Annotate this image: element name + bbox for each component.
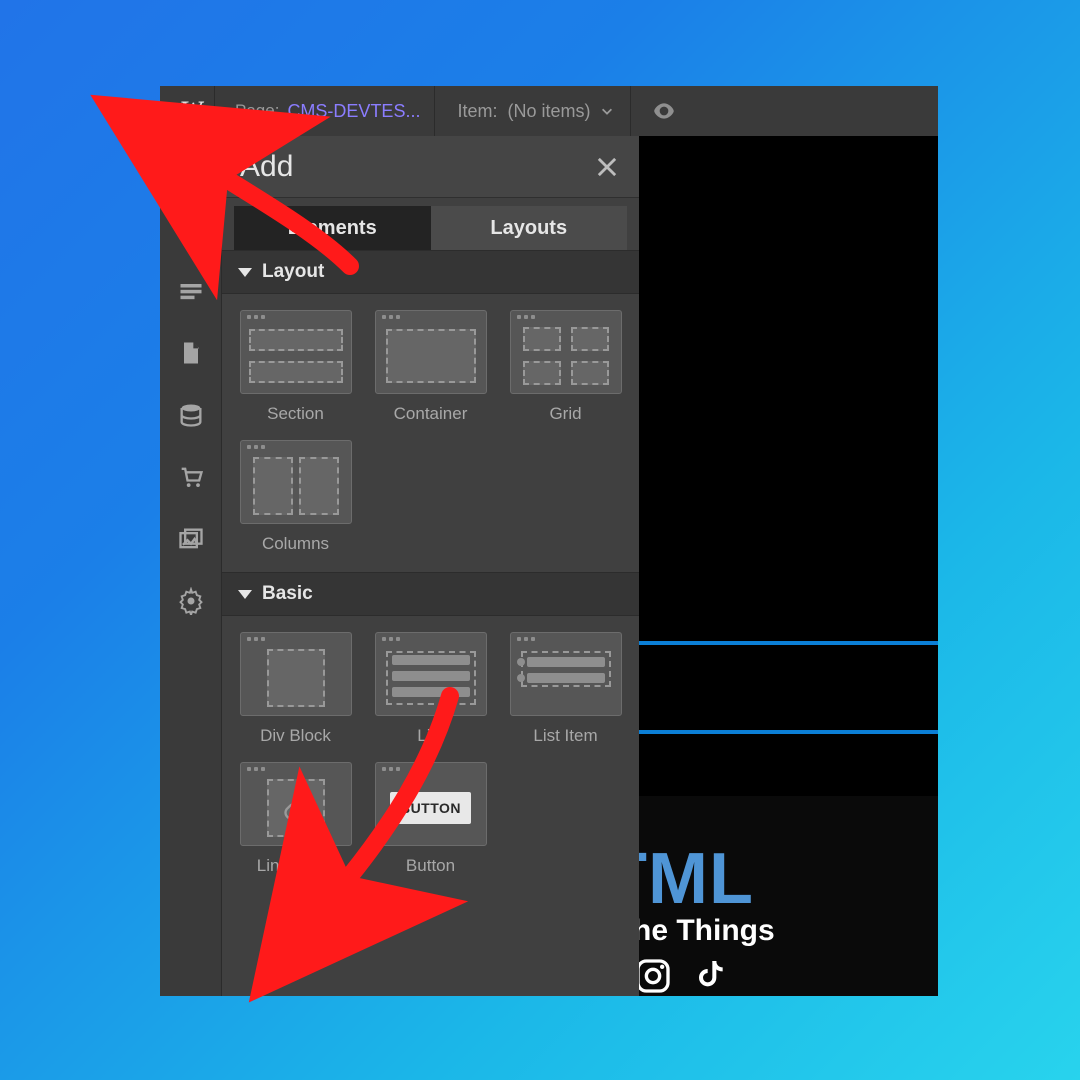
element-link-block[interactable]: Link Block xyxy=(228,754,363,884)
canvas-footer-region: TML he Things xyxy=(639,796,938,996)
tab-elements[interactable]: Elements xyxy=(234,206,431,250)
file-button[interactable] xyxy=(160,322,222,384)
screenshot-frame: W Page: CMS-DEVTES... Item: (No items) xyxy=(160,86,938,996)
list-thumb xyxy=(375,632,487,716)
navigator-button[interactable] xyxy=(160,198,222,260)
element-list[interactable]: List xyxy=(363,624,498,754)
panel-header: Add xyxy=(222,136,639,198)
topbar: W Page: CMS-DEVTES... Item: (No items) xyxy=(160,86,938,136)
element-label: Div Block xyxy=(260,726,331,746)
link-icon xyxy=(282,794,310,822)
eye-icon xyxy=(651,98,677,124)
element-label: List xyxy=(417,726,443,746)
section-header-basic[interactable]: Basic xyxy=(222,572,639,616)
element-label: Section xyxy=(267,404,324,424)
settings-button[interactable] xyxy=(160,570,222,632)
social-icons xyxy=(639,956,731,996)
database-icon xyxy=(177,401,205,429)
basic-elements-grid: Div Block List List Item Link Block xyxy=(222,616,639,894)
element-label: Columns xyxy=(262,534,329,554)
element-grid[interactable]: Grid xyxy=(498,302,633,432)
chevron-down-icon xyxy=(600,104,614,118)
close-panel-button[interactable] xyxy=(593,153,621,181)
element-container[interactable]: Container xyxy=(363,302,498,432)
selection-outline xyxy=(639,730,938,734)
divider xyxy=(630,86,631,136)
instagram-icon[interactable] xyxy=(639,956,673,996)
webflow-logo-icon[interactable]: W xyxy=(168,86,214,136)
element-label: Container xyxy=(394,404,468,424)
gear-icon xyxy=(177,587,205,615)
panel-tabs: Elements Layouts xyxy=(222,198,639,250)
caret-down-icon xyxy=(238,590,252,599)
section-title: Basic xyxy=(262,583,313,605)
pages-button[interactable] xyxy=(160,260,222,322)
design-canvas[interactable]: TML he Things xyxy=(639,136,938,996)
element-label: Button xyxy=(406,856,455,876)
page-icon xyxy=(177,339,205,367)
plus-icon xyxy=(177,153,205,181)
element-list-item[interactable]: List Item xyxy=(498,624,633,754)
preview-button[interactable] xyxy=(649,96,679,126)
tiktok-icon[interactable] xyxy=(691,956,731,996)
ecommerce-button[interactable] xyxy=(160,446,222,508)
grid-thumb xyxy=(510,310,622,394)
page-value: CMS-DEVTES... xyxy=(287,101,420,122)
logo-text-fragment: TML xyxy=(639,838,754,920)
assets-button[interactable] xyxy=(160,508,222,570)
element-section[interactable]: Section xyxy=(228,302,363,432)
div-thumb xyxy=(240,632,352,716)
add-elements-button[interactable] xyxy=(160,136,222,198)
element-label: Link Block xyxy=(257,856,334,876)
divider xyxy=(214,86,215,136)
layout-elements-grid: Section Container Grid Columns xyxy=(222,294,639,572)
element-label: Grid xyxy=(549,404,581,424)
columns-thumb xyxy=(240,440,352,524)
close-icon xyxy=(593,153,621,181)
left-toolbar xyxy=(160,136,222,996)
item-label: Item: xyxy=(457,101,497,122)
link-block-thumb xyxy=(240,762,352,846)
images-icon xyxy=(177,525,205,553)
tagline-fragment: he Things xyxy=(639,914,775,948)
panel-title: Add xyxy=(240,150,293,184)
add-panel: Add Elements Layouts Layout Section xyxy=(222,136,639,996)
container-thumb xyxy=(375,310,487,394)
cart-icon xyxy=(177,463,205,491)
page-label: Page: xyxy=(235,101,279,121)
element-div-block[interactable]: Div Block xyxy=(228,624,363,754)
section-title: Layout xyxy=(262,261,324,283)
cube-icon xyxy=(177,215,205,243)
button-sample: BUTTON xyxy=(390,792,471,824)
section-thumb xyxy=(240,310,352,394)
item-selector[interactable]: Item: (No items) xyxy=(441,101,630,122)
item-value: (No items) xyxy=(507,101,590,122)
divider xyxy=(434,86,435,136)
cms-button[interactable] xyxy=(160,384,222,446)
element-columns[interactable]: Columns xyxy=(228,432,363,562)
webflow-designer: W Page: CMS-DEVTES... Item: (No items) xyxy=(160,86,938,996)
list-rows-icon xyxy=(177,277,205,305)
element-label: List Item xyxy=(533,726,597,746)
list-item-thumb xyxy=(510,632,622,716)
button-thumb: BUTTON xyxy=(375,762,487,846)
element-button[interactable]: BUTTON Button xyxy=(363,754,498,884)
tab-layouts[interactable]: Layouts xyxy=(431,206,628,250)
caret-down-icon xyxy=(238,268,252,277)
section-header-layout[interactable]: Layout xyxy=(222,250,639,294)
page-selector[interactable]: Page: CMS-DEVTES... xyxy=(221,101,434,122)
selection-outline xyxy=(639,641,938,645)
